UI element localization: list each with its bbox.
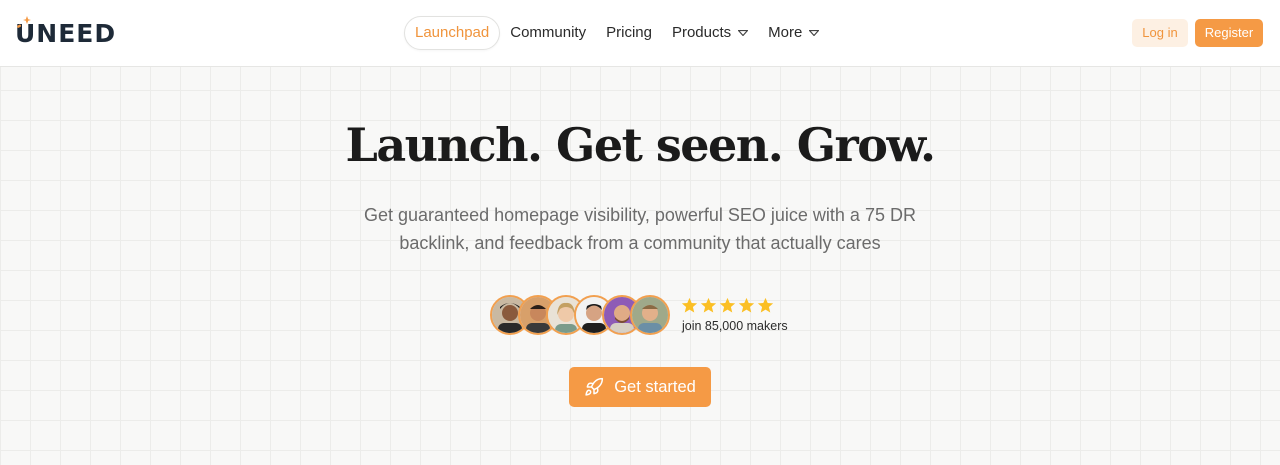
nav-pricing-label: Pricing xyxy=(606,24,652,41)
register-button[interactable]: Register xyxy=(1195,19,1263,47)
hero-title: Launch. Get seen. Grow. xyxy=(345,118,936,172)
star-icon xyxy=(757,297,774,313)
star-icon xyxy=(719,297,736,313)
nav-community-label: Community xyxy=(510,24,587,41)
caret-down-icon xyxy=(809,30,820,36)
rocket-icon xyxy=(585,377,604,396)
star-icon xyxy=(738,297,755,313)
nav-more[interactable]: More xyxy=(758,16,829,50)
maker-avatars xyxy=(490,295,670,335)
caret-down-icon xyxy=(738,30,749,36)
nav-products[interactable]: Products xyxy=(662,16,758,50)
star-icon xyxy=(681,297,698,313)
star-icon xyxy=(700,297,717,313)
nav-pricing[interactable]: Pricing xyxy=(596,16,662,50)
uneed-logo[interactable]: UNEED xyxy=(15,16,116,50)
rating-stars xyxy=(681,297,774,314)
social-proof-text: join 85,000 makers xyxy=(682,319,788,333)
main-nav: Launchpad Community Pricing Products Mor… xyxy=(404,16,829,50)
avatar xyxy=(630,295,670,335)
nav-more-label: More xyxy=(768,24,803,41)
nav-launchpad-label: Launchpad xyxy=(415,24,490,41)
login-button[interactable]: Log in xyxy=(1132,19,1188,47)
get-started-button[interactable]: Get started xyxy=(569,367,711,407)
nav-community[interactable]: Community xyxy=(500,16,596,50)
nav-products-label: Products xyxy=(671,24,732,41)
sparkle-icon xyxy=(17,16,31,28)
get-started-label: Get started xyxy=(614,377,696,396)
nav-launchpad[interactable]: Launchpad xyxy=(404,16,501,50)
top-navbar: UNEED Launchpad Community Pricing Produc… xyxy=(0,0,1280,67)
hero-subtitle: Get guaranteed homepage visibility, powe… xyxy=(364,205,916,253)
